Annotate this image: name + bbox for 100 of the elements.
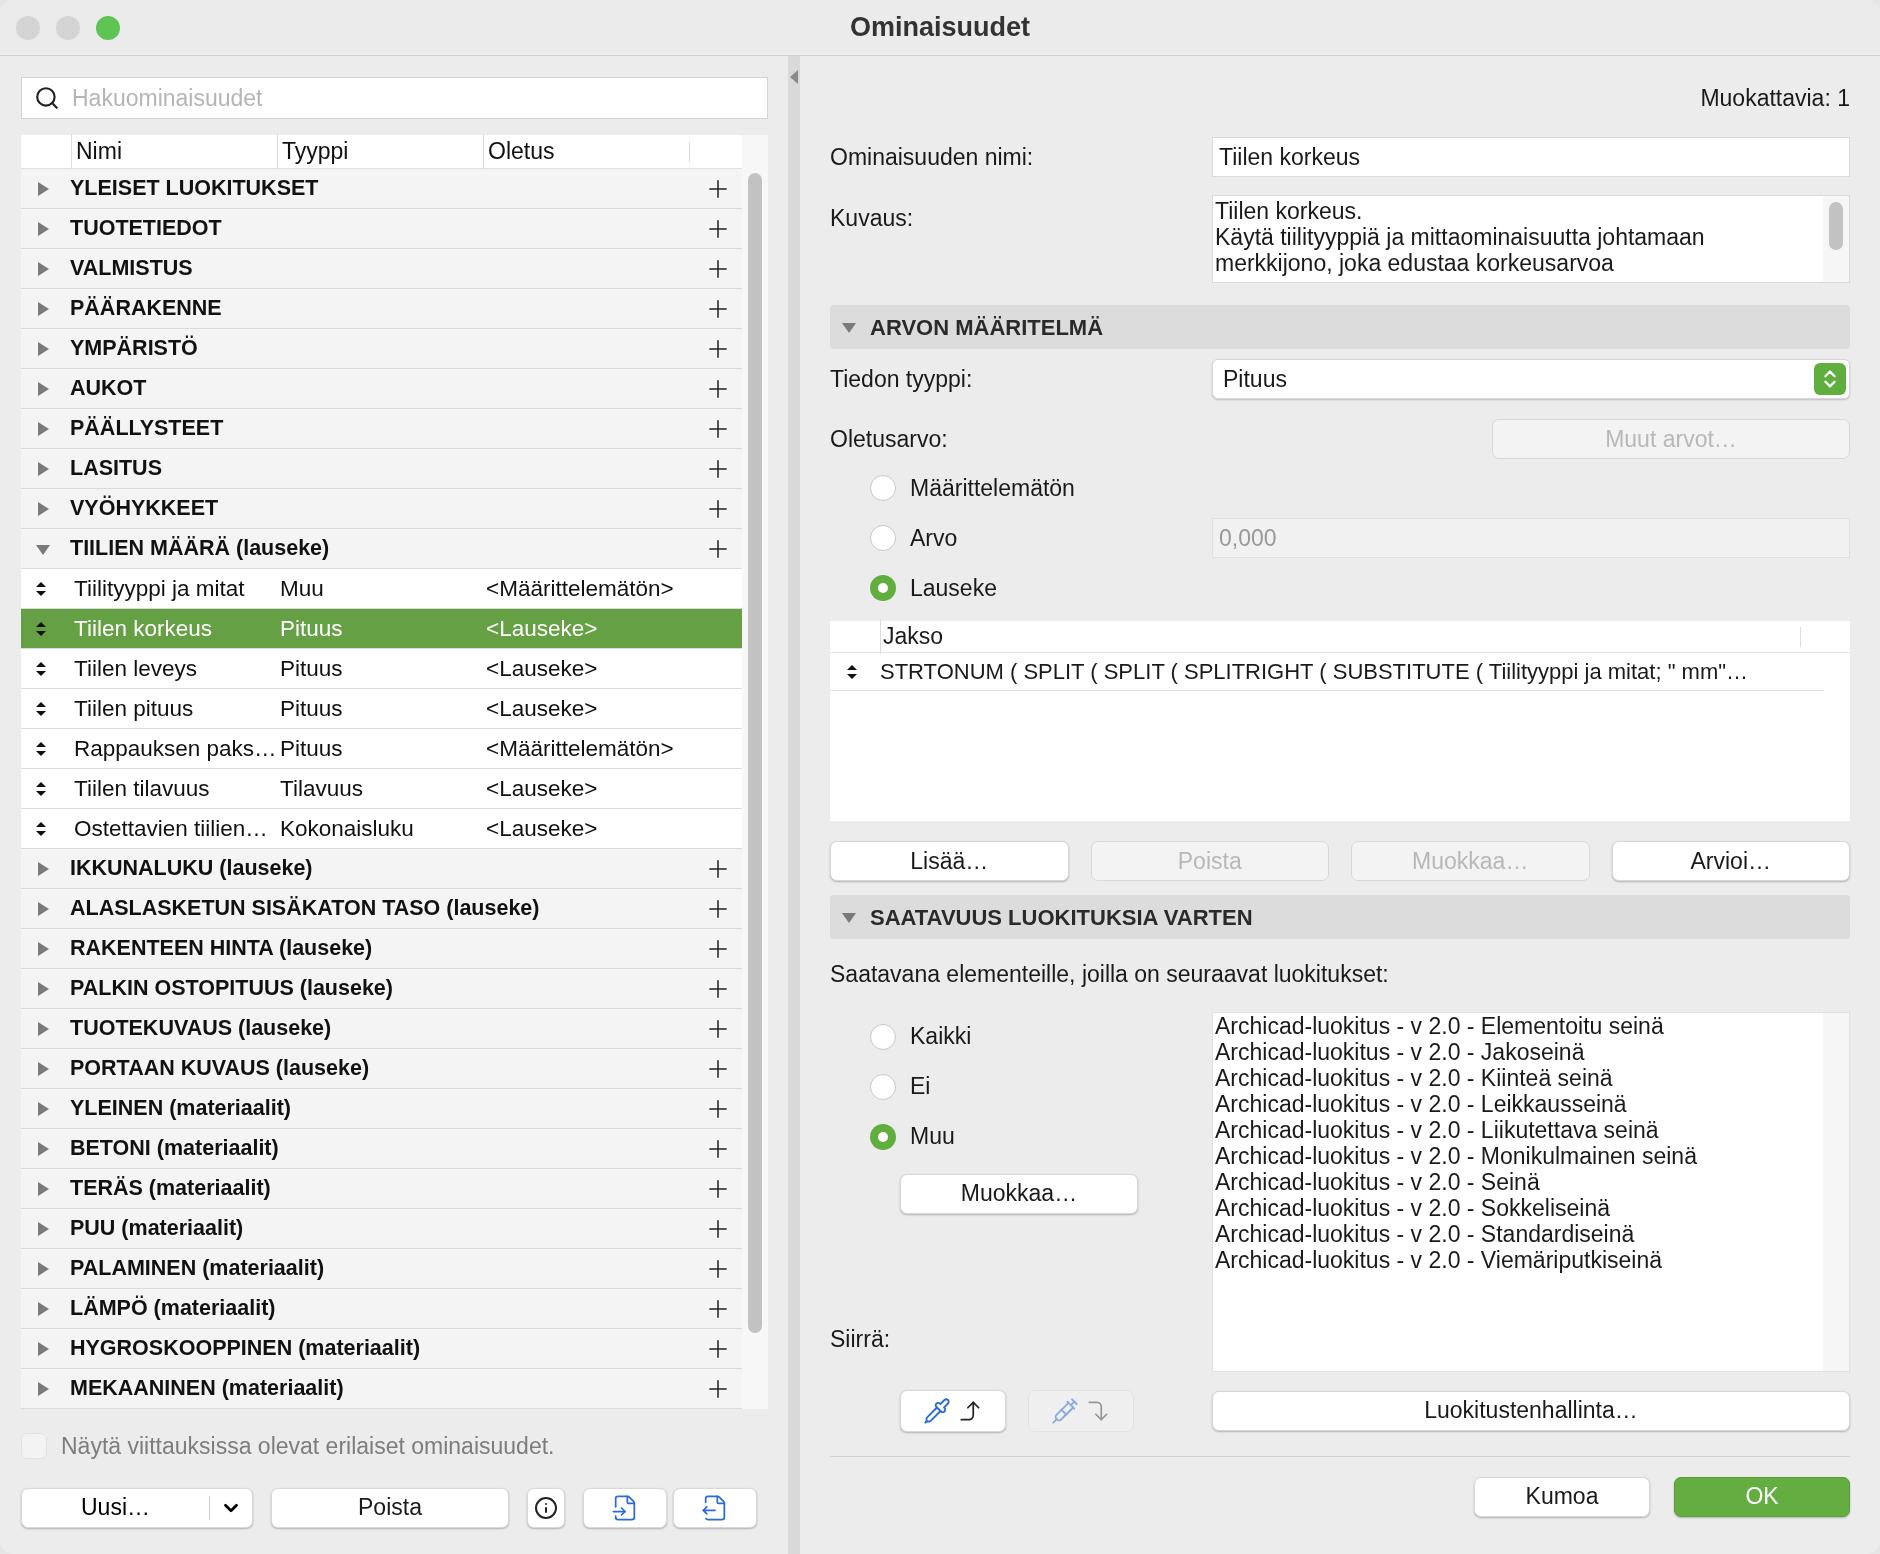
property-row[interactable]: Rappauksen paks…Pituus <Määrittelemätön> <box>21 729 742 769</box>
radio-button[interactable] <box>870 1123 896 1150</box>
collapse-triangle-icon[interactable] <box>790 70 798 84</box>
reorder-handle-icon[interactable] <box>846 663 858 680</box>
reorder-handle-icon[interactable] <box>35 580 47 597</box>
disclosure-triangle-icon[interactable] <box>36 1341 50 1356</box>
classification-item[interactable]: Archicad-luokitus - v 2.0 - Monikulmainen seinä <box>1215 1142 1823 1169</box>
group-row[interactable]: MEKAANINEN (materiaalit) <box>21 1369 742 1409</box>
disclosure-triangle-icon[interactable] <box>36 1301 50 1316</box>
group-row[interactable]: AUKOT <box>21 369 742 409</box>
group-row[interactable]: LASITUS <box>21 449 742 489</box>
group-row[interactable]: HYGROSKOOPPINEN (materiaalit) <box>21 1329 742 1369</box>
disclosure-triangle-icon[interactable] <box>36 341 50 356</box>
reorder-handle-icon[interactable] <box>35 780 47 797</box>
property-row[interactable]: Tiilen pituus Pituus <Lauseke> <box>21 689 742 729</box>
import-button[interactable] <box>583 1487 667 1528</box>
group-row[interactable]: PÄÄLLYSTEET <box>21 409 742 449</box>
disclosure-triangle-icon[interactable] <box>36 221 50 236</box>
classification-item[interactable]: Archicad-luokitus - v 2.0 - Standardiseinä <box>1215 1220 1823 1247</box>
group-row[interactable]: YLEISET LUOKITUKSET <box>21 169 742 209</box>
pick-button[interactable] <box>900 1389 1006 1432</box>
group-row[interactable]: PORTAAN KUVAUS (lauseke) <box>21 1049 742 1089</box>
column-header[interactable]: Oletus <box>483 134 689 169</box>
scrollbar-thumb[interactable] <box>748 173 762 1333</box>
group-row[interactable]: TIILIEN MÄÄRÄ (lauseke) <box>21 529 742 569</box>
push-button[interactable]: Arvioi… <box>1611 841 1850 881</box>
classification-item[interactable]: Archicad-luokitus - v 2.0 - Seinä <box>1215 1168 1823 1195</box>
group-row[interactable]: TUOTEKUVAUS (lauseke) <box>21 1009 742 1049</box>
classification-item[interactable]: Archicad-luokitus - v 2.0 - Viemäriputkiseinä <box>1215 1246 1823 1273</box>
disclosure-triangle-icon[interactable] <box>36 1221 50 1236</box>
group-row[interactable]: RAKENTEEN HINTA (lauseke) <box>21 929 742 969</box>
classification-item[interactable]: Archicad-luokitus - v 2.0 - Leikkausseinä <box>1215 1090 1823 1117</box>
reorder-handle-icon[interactable] <box>35 700 47 717</box>
disclosure-triangle-icon[interactable] <box>36 1181 50 1196</box>
radio-button[interactable] <box>870 1073 896 1100</box>
delete-button[interactable]: Poista <box>271 1487 509 1528</box>
group-row[interactable]: PALKIN OSTOPITUUS (lauseke) <box>21 969 742 1009</box>
expression-text[interactable]: STRTONUM ( SPLIT ( SPLIT ( SPLITRIGHT ( SUBSTITUTE ( Tiilityyppi ja mitat; " mm"… <box>880 655 1749 688</box>
disclosure-triangle-icon[interactable] <box>36 1021 50 1036</box>
search-field[interactable]: Hakuominaisuudet <box>21 77 768 119</box>
classification-item[interactable]: Archicad-luokitus - v 2.0 - Kiinteä seinä <box>1215 1064 1823 1091</box>
radio-button[interactable] <box>870 475 896 501</box>
new-split-button[interactable]: Uusi… <box>21 1487 253 1528</box>
disclosure-triangle-icon[interactable] <box>36 1141 50 1156</box>
property-row[interactable]: Ostettavien tiilien… Kokonaisluku <Lauseke> <box>21 809 742 849</box>
group-row[interactable]: PALAMINEN (materiaalit) <box>21 1249 742 1289</box>
disclosure-triangle-icon[interactable] <box>36 181 50 196</box>
export-button[interactable] <box>673 1487 757 1528</box>
classification-item[interactable]: Archicad-luokitus - v 2.0 - Liikutettava seinä <box>1215 1116 1823 1143</box>
reorder-handle-icon[interactable] <box>35 660 47 677</box>
section-header[interactable]: SAATAVUUS LUOKITUKSIA VARTEN <box>830 895 1850 939</box>
disclosure-triangle-icon[interactable] <box>36 381 50 396</box>
disclosure-triangle-icon[interactable] <box>36 861 50 876</box>
property-row[interactable]: Tiilen tilavuus Tilavuus <Lauseke> <box>21 769 742 809</box>
data-type-select[interactable]: Pituus <box>1212 359 1850 399</box>
property-row[interactable]: Tiilityyppi ja mitat Muu <Määrittelemätön> <box>21 569 742 609</box>
group-row[interactable]: PUU (materiaalit) <box>21 1209 742 1249</box>
new-button-label[interactable]: Uusi… <box>22 1490 209 1525</box>
radio-button[interactable] <box>870 575 896 601</box>
disclosure-triangle-icon[interactable] <box>842 320 856 334</box>
disclosure-triangle-icon[interactable] <box>36 901 50 916</box>
disclosure-triangle-icon[interactable] <box>36 1061 50 1076</box>
disclosure-triangle-icon[interactable] <box>36 981 50 996</box>
group-row[interactable]: VYÖHYKKEET <box>21 489 742 529</box>
disclosure-triangle-icon[interactable] <box>36 501 50 516</box>
group-row[interactable]: PÄÄRAKENNE <box>21 289 742 329</box>
column-header[interactable]: Jakso <box>880 619 1800 654</box>
group-row[interactable]: BETONI (materiaalit) <box>21 1129 742 1169</box>
cancel-button[interactable]: Kumoa <box>1474 1476 1650 1517</box>
group-row[interactable]: VALMISTUS <box>21 249 742 289</box>
disclosure-triangle-icon[interactable] <box>36 1101 50 1116</box>
disclosure-triangle-icon[interactable] <box>36 941 50 956</box>
reorder-handle-icon[interactable] <box>35 820 47 837</box>
classification-item[interactable]: Archicad-luokitus - v 2.0 - Elementoitu seinä <box>1215 1012 1823 1039</box>
group-row[interactable]: LÄMPÖ (materiaalit) <box>21 1289 742 1329</box>
reorder-handle-icon[interactable] <box>35 740 47 757</box>
disclosure-triangle-icon[interactable] <box>36 461 50 476</box>
disclosure-triangle-icon[interactable] <box>36 1261 50 1276</box>
classification-item[interactable]: Archicad-luokitus - v 2.0 - Jakoseinä <box>1215 1038 1823 1065</box>
section-header[interactable]: ARVON MÄÄRITELMÄ <box>830 305 1850 349</box>
scrollbar-thumb[interactable] <box>1829 202 1843 250</box>
group-row[interactable]: IKKUNALUKU (lauseke) <box>21 849 742 889</box>
disclosure-triangle-icon[interactable] <box>36 1381 50 1396</box>
group-row[interactable]: ALASLASKETUN SISÄKATON TASO (lauseke) <box>21 889 742 929</box>
classification-manager-button[interactable]: Luokitustenhallinta… <box>1212 1390 1850 1431</box>
property-row[interactable]: Tiilen leveys Pituus <Lauseke> <box>21 649 742 689</box>
push-button[interactable]: Lisää… <box>830 841 1069 881</box>
radio-button[interactable] <box>870 1023 896 1050</box>
reorder-handle-icon[interactable] <box>35 620 47 637</box>
search-input[interactable]: Hakuominaisuudet <box>72 80 755 116</box>
disclosure-triangle-icon[interactable] <box>842 910 856 924</box>
push-button[interactable]: Muokkaa… <box>900 1173 1138 1214</box>
description-field[interactable]: Tiilen korkeus. Käytä tiilityyppiä ja mittaominaisuutta johtamaan merkkijono, joka edustaa korkeusarvoa <box>1212 195 1850 283</box>
group-row[interactable]: TUOTETIEDOT <box>21 209 742 249</box>
disclosure-triangle-icon[interactable] <box>36 421 50 436</box>
info-button[interactable] <box>527 1487 565 1528</box>
disclosure-triangle-icon[interactable] <box>36 261 50 276</box>
disclosure-triangle-icon[interactable] <box>36 301 50 316</box>
column-header[interactable]: Tyyppi <box>277 134 483 169</box>
group-row[interactable]: YMPÄRISTÖ <box>21 329 742 369</box>
